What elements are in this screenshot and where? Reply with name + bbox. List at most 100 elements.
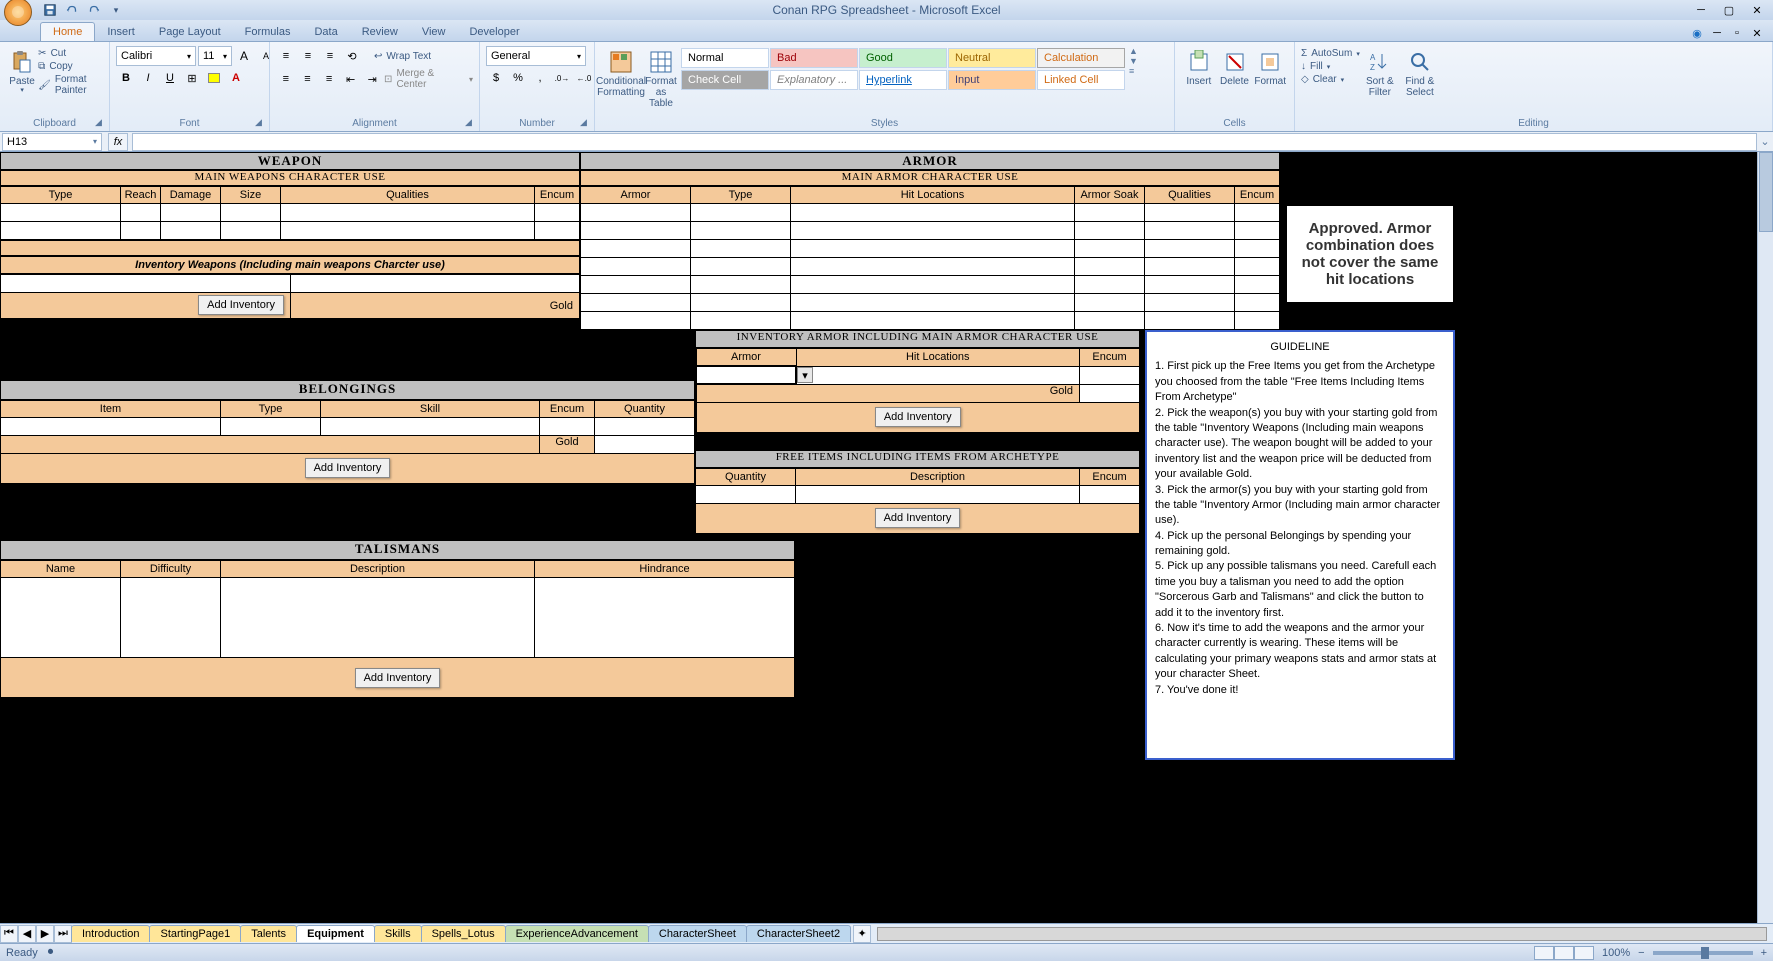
alignment-launcher[interactable]: ◢ — [465, 117, 477, 129]
name-box[interactable]: H13▾ — [2, 133, 102, 151]
ws-tab-new[interactable]: ✦ — [853, 925, 871, 943]
armor-cell[interactable] — [691, 204, 791, 222]
armor-cell[interactable] — [791, 312, 1075, 330]
belong-gold-value[interactable] — [595, 436, 695, 454]
armor-cell[interactable] — [691, 294, 791, 312]
armor-cell[interactable] — [1075, 240, 1145, 258]
belong-cell[interactable] — [221, 418, 321, 436]
belong-cell[interactable] — [1, 418, 221, 436]
percent-button[interactable]: % — [508, 68, 528, 88]
restore-workbook-icon[interactable]: ▫ — [1729, 25, 1745, 41]
style-scroll-down[interactable]: ▼ — [1129, 56, 1138, 66]
formula-input[interactable] — [132, 133, 1757, 151]
zoom-level[interactable]: 100% — [1602, 947, 1630, 959]
style-normal[interactable]: Normal — [681, 48, 769, 68]
armor-cell[interactable] — [1235, 276, 1280, 294]
style-calculation[interactable]: Calculation — [1037, 48, 1125, 68]
armor-cell[interactable] — [691, 240, 791, 258]
style-good[interactable]: Good — [859, 48, 947, 68]
tab-home[interactable]: Home — [40, 22, 95, 41]
increase-indent-button[interactable]: ⇥ — [362, 69, 382, 89]
font-launcher[interactable]: ◢ — [255, 117, 267, 129]
weapon-cell[interactable] — [221, 204, 281, 222]
tab-developer[interactable]: Developer — [457, 23, 531, 41]
align-top-button[interactable]: ≡ — [276, 46, 296, 66]
accounting-button[interactable]: $ — [486, 68, 506, 88]
style-explanatory[interactable]: Explanatory ... — [770, 70, 858, 90]
zoom-out-button[interactable]: − — [1638, 947, 1644, 959]
find-select-button[interactable]: Find & Select — [1400, 46, 1440, 102]
comma-button[interactable]: , — [530, 68, 550, 88]
weapon-cell[interactable] — [281, 204, 535, 222]
number-format-combo[interactable]: General▾ — [486, 46, 586, 66]
qat-customize-icon[interactable]: ▾ — [108, 2, 124, 18]
tab-data[interactable]: Data — [302, 23, 349, 41]
armor-cell[interactable] — [581, 222, 691, 240]
weapon-cell[interactable] — [121, 204, 161, 222]
ws-nav-last[interactable]: ⏭ — [54, 925, 72, 943]
view-normal-button[interactable] — [1534, 946, 1554, 960]
armor-cell[interactable] — [1145, 204, 1235, 222]
tab-formulas[interactable]: Formulas — [233, 23, 303, 41]
style-bad[interactable]: Bad — [770, 48, 858, 68]
weapon-cell[interactable] — [535, 222, 580, 240]
minimize-ribbon-icon[interactable]: ─ — [1709, 25, 1725, 41]
armor-cell[interactable] — [691, 258, 791, 276]
armor-cell[interactable] — [791, 258, 1075, 276]
tab-view[interactable]: View — [410, 23, 458, 41]
view-page-layout-button[interactable] — [1554, 946, 1574, 960]
armor-cell[interactable] — [1145, 294, 1235, 312]
autosum-button[interactable]: ΣAutoSum▾ — [1301, 48, 1360, 59]
grow-font-button[interactable]: A — [234, 46, 254, 66]
add-inventory-armor-button[interactable]: Add Inventory — [875, 407, 961, 427]
ws-tab-talents[interactable]: Talents — [240, 925, 297, 942]
sort-filter-button[interactable]: AZSort & Filter — [1360, 46, 1400, 102]
armor-cell[interactable] — [1075, 276, 1145, 294]
dropdown-button[interactable]: ▾ — [797, 367, 813, 383]
tab-review[interactable]: Review — [350, 23, 410, 41]
minimize-button[interactable]: ─ — [1689, 2, 1713, 18]
armor-cell[interactable] — [1145, 312, 1235, 330]
armor-cell[interactable] — [1075, 258, 1145, 276]
ws-tab-spells[interactable]: Spells_Lotus — [421, 925, 506, 942]
view-page-break-button[interactable] — [1574, 946, 1594, 960]
armor-cell[interactable] — [1075, 312, 1145, 330]
align-bottom-button[interactable]: ≡ — [320, 46, 340, 66]
armor-cell[interactable] — [691, 222, 791, 240]
talis-cell[interactable] — [221, 578, 535, 658]
armor-cell[interactable] — [1145, 240, 1235, 258]
format-painter-button[interactable]: 🖌Format Painter — [38, 74, 103, 96]
orientation-button[interactable]: ⟲ — [342, 46, 362, 66]
armor-cell[interactable] — [1235, 204, 1280, 222]
maximize-button[interactable]: ▢ — [1717, 2, 1741, 18]
add-inventory-weapon-button[interactable]: Add Inventory — [198, 295, 284, 315]
ws-tab-equipment[interactable]: Equipment — [296, 925, 375, 942]
armor-cell[interactable] — [581, 294, 691, 312]
armor-cell[interactable] — [1145, 222, 1235, 240]
undo-icon[interactable] — [64, 2, 80, 18]
ws-tab-startingpage1[interactable]: StartingPage1 — [149, 925, 241, 942]
macro-record-icon[interactable]: ⏺ — [48, 946, 54, 959]
add-inventory-belong-button[interactable]: Add Inventory — [305, 458, 391, 478]
number-launcher[interactable]: ◢ — [580, 117, 592, 129]
belong-cell[interactable] — [595, 418, 695, 436]
free-cell[interactable] — [696, 486, 796, 504]
free-cell[interactable] — [1080, 486, 1140, 504]
fx-button[interactable]: fx — [108, 133, 128, 151]
armor-cell[interactable] — [791, 276, 1075, 294]
inv-armor-gold-value[interactable] — [1080, 384, 1140, 402]
vertical-scrollbar[interactable] — [1757, 152, 1773, 923]
armor-cell[interactable] — [581, 258, 691, 276]
ws-nav-first[interactable]: ⏮ — [0, 925, 18, 943]
armor-cell[interactable] — [791, 294, 1075, 312]
align-middle-button[interactable]: ≡ — [298, 46, 318, 66]
add-inventory-talis-button[interactable]: Add Inventory — [355, 668, 441, 688]
save-icon[interactable] — [42, 2, 58, 18]
help-icon[interactable]: ◉ — [1689, 25, 1705, 41]
armor-cell[interactable] — [1075, 222, 1145, 240]
inv-armor-cell-selected[interactable]: ▾ — [696, 366, 796, 384]
fill-color-button[interactable] — [204, 68, 224, 88]
ws-nav-prev[interactable]: ◀ — [18, 925, 36, 943]
delete-cells-button[interactable]: Delete — [1217, 46, 1253, 91]
style-hyperlink[interactable]: Hyperlink — [859, 70, 947, 90]
